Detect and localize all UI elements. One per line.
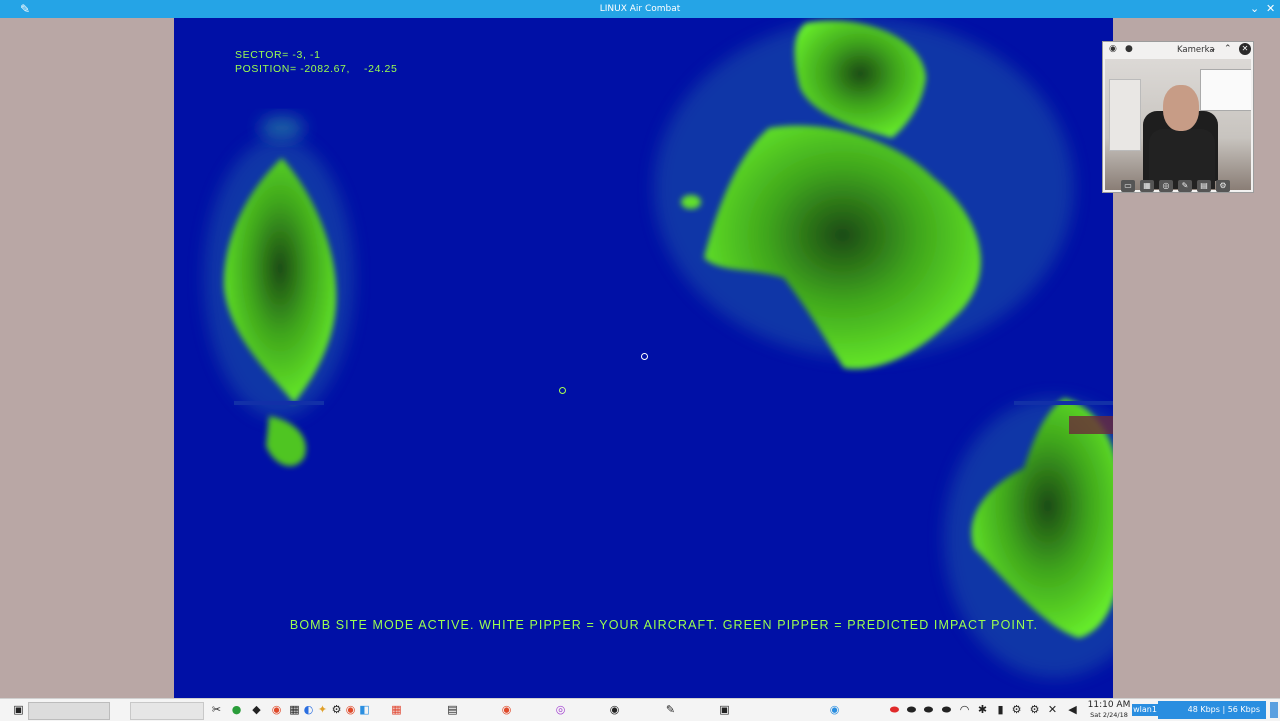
shallow-water-glow bbox=[204, 18, 1113, 678]
snapshot-icon[interactable]: ▭ bbox=[1121, 180, 1135, 192]
app-icon[interactable]: ◧ bbox=[358, 703, 371, 716]
aircraft-pipper bbox=[641, 353, 648, 360]
tray-icon[interactable]: ⬬ bbox=[940, 703, 953, 716]
app-icon[interactable]: ◉ bbox=[828, 703, 841, 716]
tray-icon[interactable]: ⬬ bbox=[922, 703, 935, 716]
render-seam bbox=[234, 401, 324, 405]
workspace-pager[interactable] bbox=[28, 702, 110, 720]
tray-icon[interactable]: ⬬ bbox=[905, 703, 918, 716]
webcam-window[interactable]: ◉ ● Kamerka ⌄ ⌃ ✕ ▭ ▦ ◎ ✎ ▤ ⚙ bbox=[1102, 41, 1254, 193]
tools-icon[interactable]: ✂ bbox=[210, 703, 223, 716]
tray-icon[interactable]: ⚙ bbox=[1010, 703, 1023, 716]
video-background bbox=[1109, 79, 1141, 151]
browser-icon[interactable]: ◉ bbox=[270, 703, 283, 716]
bluetooth-icon[interactable]: ✱ bbox=[976, 703, 989, 716]
terminal-icon[interactable]: ▣ bbox=[718, 703, 731, 716]
taskbar: ▣ ✂ ● ◆ ◉ ▦ ◐ ✦ ⚙ ◉ ◧ ▦ ▤ ◉ ◎ ◉ ✎ ▣ ◉ ⬬ … bbox=[0, 698, 1280, 721]
app-icon[interactable]: ◐ bbox=[302, 703, 315, 716]
app-icon[interactable]: ✦ bbox=[316, 703, 329, 716]
app-icon[interactable]: ◆ bbox=[250, 703, 263, 716]
pin-icon[interactable]: ● bbox=[1125, 44, 1133, 54]
window-title: LINUX Air Combat bbox=[599, 4, 681, 14]
network-graph[interactable]: 48 Kbps | 56 Kbps bbox=[1158, 701, 1266, 719]
webcam-controls: ▭ ▦ ◎ ✎ ▤ ⚙ bbox=[1121, 173, 1245, 192]
clock-date: Sat 2/24/18 bbox=[1090, 711, 1128, 719]
position-readout: POSITION= -2082.67, -24.25 bbox=[235, 63, 398, 75]
bomb-sight-message: BOMB SITE MODE ACTIVE. WHITE PIPPER = YO… bbox=[289, 618, 1039, 632]
clock-time: 11:10 AM bbox=[1087, 700, 1131, 710]
app-icon[interactable]: ◉ bbox=[608, 703, 621, 716]
video-background bbox=[1200, 69, 1251, 111]
show-desktop-button[interactable] bbox=[1270, 702, 1278, 718]
app-icon[interactable]: ● bbox=[230, 703, 243, 716]
webcam-header[interactable]: ◉ ● Kamerka ⌄ ⌃ ✕ bbox=[1103, 42, 1253, 59]
desktop-background-left bbox=[0, 18, 174, 698]
close-icon[interactable]: ✕ bbox=[1239, 43, 1251, 55]
battery-icon[interactable]: ▮ bbox=[994, 703, 1007, 716]
folder-icon[interactable]: ▤ bbox=[1197, 180, 1211, 192]
volume-icon[interactable]: ◀ bbox=[1066, 703, 1079, 716]
clock[interactable]: 11:10 AM Sat 2/24/18 bbox=[1086, 700, 1132, 719]
render-seam-east bbox=[1014, 401, 1113, 405]
chevron-up-icon[interactable]: ⌃ bbox=[1224, 44, 1232, 54]
webcam-video bbox=[1105, 59, 1251, 190]
video-person-head bbox=[1163, 85, 1199, 131]
menu-icon[interactable]: ▣ bbox=[12, 703, 25, 716]
webcam-icon: ◉ bbox=[1109, 44, 1117, 54]
terrain-artifact bbox=[1069, 416, 1113, 434]
app-icon[interactable]: ◎ bbox=[554, 703, 567, 716]
gear-icon[interactable]: ⚙ bbox=[1216, 180, 1230, 192]
window-titlebar[interactable]: ✎ LINUX Air Combat ⌄ ✕ bbox=[0, 0, 1280, 18]
workspace-pager-secondary[interactable] bbox=[130, 702, 204, 720]
sector-readout: SECTOR= -3, -1 bbox=[235, 49, 321, 61]
terminal-icon[interactable]: ▤ bbox=[446, 703, 459, 716]
app-icon[interactable]: ▦ bbox=[288, 703, 301, 716]
impact-pipper bbox=[559, 387, 566, 394]
app-icon[interactable]: ⚙ bbox=[330, 703, 343, 716]
chrome-icon[interactable]: ◉ bbox=[500, 703, 513, 716]
grid-icon[interactable]: ▦ bbox=[1140, 180, 1154, 192]
app-icon[interactable]: ▦ bbox=[390, 703, 403, 716]
close-icon[interactable]: ✕ bbox=[1266, 0, 1275, 18]
tray-icon[interactable]: ⚙ bbox=[1028, 703, 1041, 716]
tray-icon[interactable]: ⬬ bbox=[888, 703, 901, 716]
wifi-icon[interactable]: ◠ bbox=[958, 703, 971, 716]
network-label: wlan1 bbox=[1132, 704, 1158, 716]
firefox-icon[interactable]: ◉ bbox=[344, 703, 357, 716]
pen-icon[interactable]: ✎ bbox=[1178, 180, 1192, 192]
chevron-down-icon[interactable]: ⌄ bbox=[1209, 44, 1217, 54]
minimize-icon[interactable]: ⌄ bbox=[1250, 0, 1259, 18]
tray-icon[interactable]: ✕ bbox=[1046, 703, 1059, 716]
record-icon[interactable]: ◎ bbox=[1159, 180, 1173, 192]
editor-icon[interactable]: ✎ bbox=[664, 703, 677, 716]
game-viewport[interactable]: SECTOR= -3, -1 POSITION= -2082.67, -24.2… bbox=[174, 18, 1113, 698]
